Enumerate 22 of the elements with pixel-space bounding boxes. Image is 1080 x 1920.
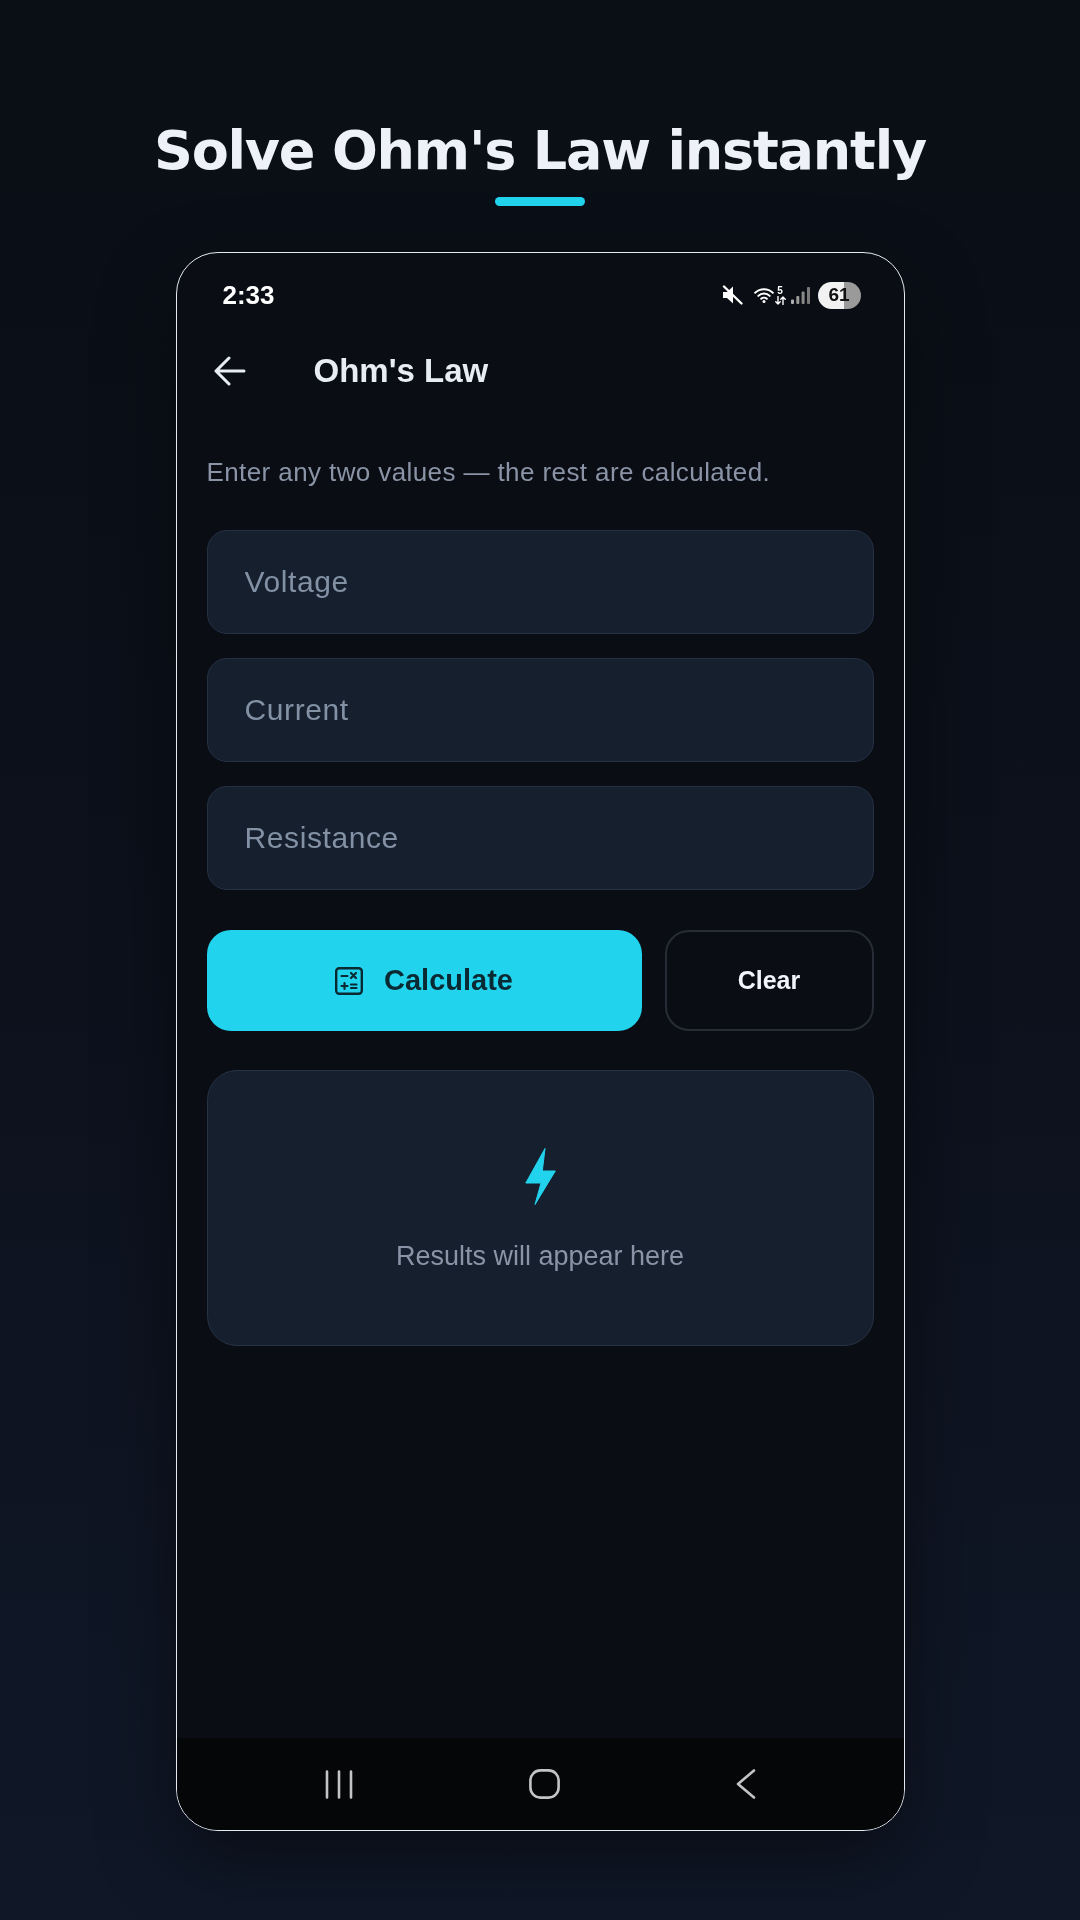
calculator-icon xyxy=(335,966,363,995)
status-time: 2:33 xyxy=(222,280,275,310)
wifi-icon xyxy=(753,285,774,303)
mute-icon xyxy=(720,285,743,305)
signal-icon xyxy=(790,286,810,304)
app-title: Ohm's Law xyxy=(313,351,489,391)
clear-button[interactable]: Clear xyxy=(664,930,874,1031)
recent-apps-icon[interactable] xyxy=(324,1769,353,1799)
input-field[interactable]: Current xyxy=(206,658,874,762)
data-arrows-icon xyxy=(774,295,786,305)
results-placeholder-text: Results will appear here xyxy=(395,1240,685,1272)
page-headline: Solve Ohm's Law instantly xyxy=(153,119,927,183)
calculate-button[interactable]: Calculate xyxy=(206,930,642,1031)
back-icon[interactable] xyxy=(735,1769,756,1799)
input-field[interactable]: Voltage xyxy=(206,530,874,634)
home-icon[interactable] xyxy=(528,1769,560,1799)
network-type-label: 5 xyxy=(777,285,783,296)
battery-indicator: 61 xyxy=(817,281,861,309)
input-field[interactable]: Resistance xyxy=(206,786,874,890)
back-arrow-icon[interactable] xyxy=(213,356,246,386)
instructions-text: Enter any two values — the rest are calculated. xyxy=(206,456,772,488)
lightning-bolt-icon xyxy=(524,1148,556,1205)
